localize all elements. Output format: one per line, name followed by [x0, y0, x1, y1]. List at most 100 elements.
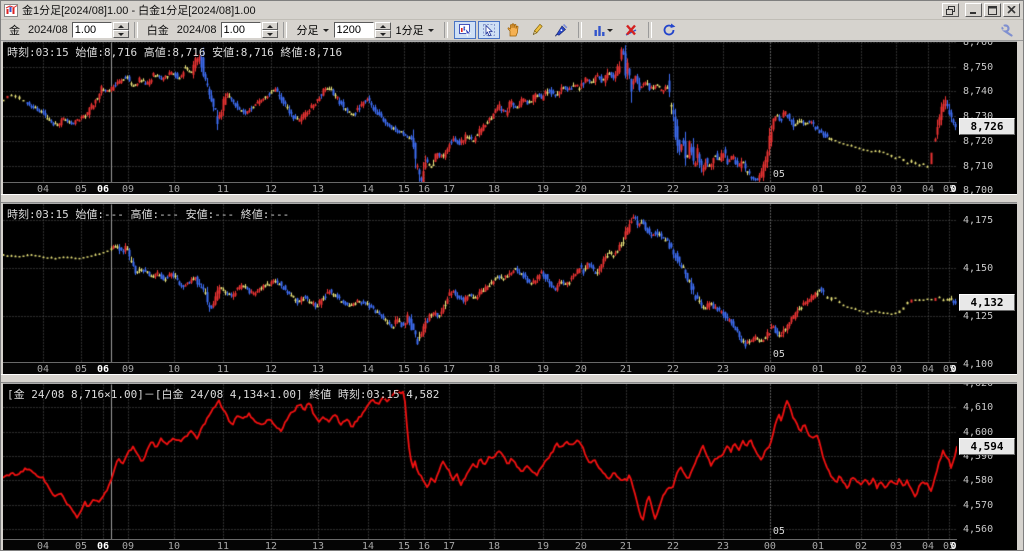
x-tick-label: 06: [950, 541, 957, 551]
window-title: 金1分足[2024/08]1.00 - 白金1分足[2024/08]1.00: [22, 5, 256, 17]
x-tick-label: 19: [536, 541, 549, 551]
x-tick-label: 01: [811, 541, 825, 551]
toolbar-separator: [443, 22, 448, 38]
chart-info-icon: [458, 24, 471, 37]
x-tick-label: 15: [397, 541, 410, 551]
gold-last-price-box: 8,726: [959, 118, 1015, 136]
close-icon: [1007, 6, 1016, 14]
toolbar-separator: [282, 22, 287, 38]
x-tick-label: 22: [666, 541, 679, 551]
spread-time-axis: 04 05 06 09 10 11 12 13 14 15 16 17 18 19 20 21 22 23 00 01…: [3, 539, 957, 551]
x-tick-label: 10: [167, 541, 180, 551]
pan-hand-button[interactable]: [502, 21, 524, 39]
toolbar: 金 2024/08 白金 2024/08 分足 1分足: [1, 20, 1023, 41]
title-bar: 金1分足[2024/08]1.00 - 白金1分足[2024/08]1.00: [1, 1, 1023, 20]
date-marker-label: 05: [772, 169, 785, 180]
close-button[interactable]: [1003, 3, 1020, 17]
platinum-last-price-box: 4,132: [959, 294, 1015, 312]
timeframe-dropdown[interactable]: 1分足: [391, 21, 439, 39]
refresh-icon: [663, 23, 676, 36]
bar-type-dropdown[interactable]: 分足: [292, 21, 334, 39]
x-tick-label: 17: [442, 541, 455, 551]
app-candlestick-icon: [4, 3, 18, 17]
toolbar-separator: [647, 22, 652, 38]
minimize-button[interactable]: [965, 3, 982, 17]
spread-info-row: [金 24/08 8,716×1.00]－[白金 24/08 4,134×1.0…: [7, 388, 440, 401]
new-window-button[interactable]: [942, 3, 959, 17]
bar-chart-icon: [594, 26, 605, 36]
gold-ratio-up-button[interactable]: [112, 22, 129, 30]
gold-price-axis: 8,726 8,700 8,710 8,720 8,730 8,740 8,750 8,76…: [957, 42, 1017, 194]
gold-ratio-down-button[interactable]: [112, 30, 129, 38]
platinum-info-row: 時刻:03:15 始値:--- 高値:--- 安値:--- 終値:---: [7, 208, 290, 221]
gold-ratio-spinner: [71, 22, 129, 38]
platinum-ratio-input[interactable]: [220, 22, 261, 38]
y-axis-label: 8,740: [963, 86, 994, 98]
gold-label: 金: [9, 25, 20, 37]
y-axis-label: 4,560: [963, 524, 994, 536]
y-axis-label: 8,750: [963, 61, 994, 73]
gold-info-row: 時刻:03:15 始値:8,716 高値:8,716 安値:8,716 終値:8…: [7, 46, 343, 59]
spread-line-canvas[interactable]: [3, 384, 957, 539]
minimize-icon: [969, 12, 976, 14]
platinum-ratio-down-button[interactable]: [261, 30, 278, 38]
platinum-label: 白金: [146, 25, 169, 37]
indicators-dropdown-button[interactable]: [588, 21, 618, 39]
spread-last-price-box: 4,594: [959, 438, 1015, 456]
x-tick-label: 04: [37, 541, 50, 551]
pen-annotate-button[interactable]: [550, 21, 572, 39]
panel-splitter[interactable]: [1, 374, 1023, 383]
gold-plot: [3, 42, 957, 182]
gold-candle-canvas[interactable]: [3, 42, 957, 182]
panel-splitter[interactable]: [1, 194, 1023, 203]
delete-x-icon: [625, 24, 636, 36]
spread-plot: [3, 384, 957, 539]
refresh-button[interactable]: [658, 21, 680, 39]
delete-drawings-button[interactable]: [620, 21, 642, 39]
bar-count-spinner: [333, 22, 391, 38]
x-tick-label: 13: [311, 541, 325, 551]
platinum-plot: [3, 204, 957, 362]
y-axis-label: 8,700: [963, 185, 994, 194]
x-tick-label: 00: [763, 541, 776, 551]
x-tick-label: 20: [574, 541, 587, 551]
bar-count-down-button[interactable]: [374, 30, 391, 38]
pencil-draw-button[interactable]: [526, 21, 548, 39]
x-tick-label: 23: [716, 541, 729, 551]
settings-wrench-button[interactable]: [996, 21, 1018, 39]
bar-count-input[interactable]: [333, 22, 374, 38]
date-marker-label: 05: [772, 526, 785, 537]
platinum-price-axis: 4,132 4,100 4,125 4,150 4,175: [957, 204, 1017, 374]
date-marker-label: 05: [772, 349, 785, 360]
x-tick-label: 04: [921, 541, 934, 551]
maximize-icon: [988, 5, 997, 15]
select-cursor-icon: [482, 24, 495, 37]
toolbar-separator: [133, 22, 138, 38]
pan-hand-icon: [507, 23, 519, 37]
bar-count-up-button[interactable]: [374, 22, 391, 30]
select-cursor-button[interactable]: [477, 21, 500, 39]
platinum-ratio-up-button[interactable]: [261, 22, 278, 30]
x-tick-label: 18: [487, 541, 501, 551]
spread-price-axis: 4,594 4,5604,5704,5804,5904,6004,6104,62…: [957, 384, 1017, 550]
x-tick-label: 05: [75, 541, 88, 551]
platinum-chart-panel: 時刻:03:15 始値:--- 高値:--- 安値:--- 終値:--- 05 …: [3, 203, 1017, 376]
x-tick-label: 16: [417, 541, 431, 551]
spread-chart-panel: [金 24/08 8,716×1.00]－[白金 24/08 4,134×1.0…: [3, 383, 1017, 551]
y-axis-label: 4,610: [963, 402, 994, 414]
gold-ratio-input[interactable]: [71, 22, 112, 38]
x-tick-label: 02: [854, 541, 868, 551]
chart-info-button[interactable]: [453, 21, 476, 39]
maximize-button[interactable]: [984, 3, 1001, 17]
y-axis-label: 4,150: [963, 262, 994, 274]
toolbar-separator: [577, 22, 582, 38]
chart-app-window: 金1分足[2024/08]1.00 - 白金1分足[2024/08]1.00 金…: [0, 0, 1024, 551]
y-axis-label: 4,620: [963, 384, 993, 389]
layered-windows-icon: [946, 5, 955, 15]
platinum-candle-canvas[interactable]: [3, 204, 957, 362]
wrench-icon: [1001, 24, 1013, 37]
y-axis-label: 4,600: [963, 426, 994, 438]
platinum-ratio-spinner: [220, 22, 278, 38]
x-tick-label: 12: [264, 541, 277, 551]
y-axis-label: 4,100: [963, 358, 994, 370]
